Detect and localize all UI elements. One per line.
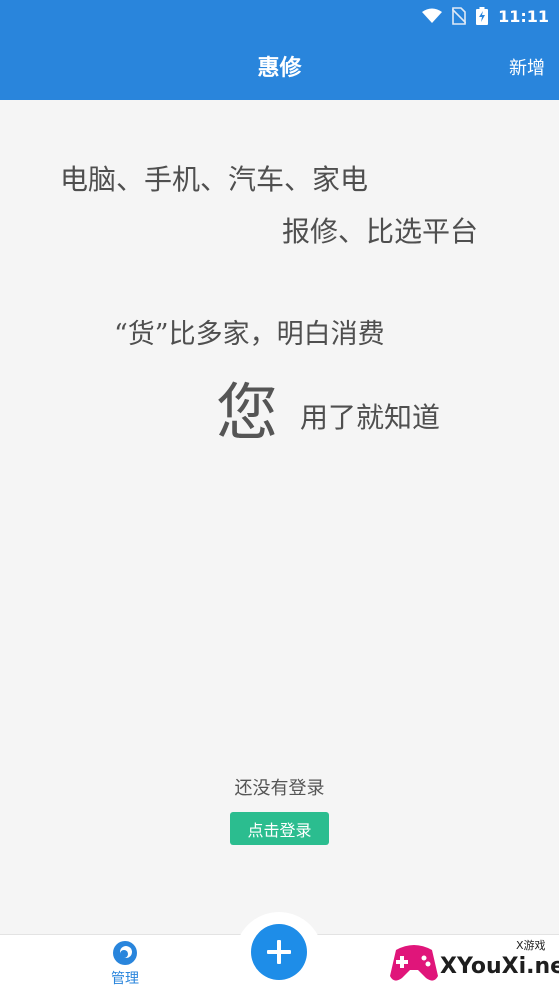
login-button[interactable]: 点击登录: [230, 812, 329, 845]
watermark: X游戏 XYouXi.net: [388, 936, 559, 992]
wifi-icon: [422, 8, 443, 23]
page-title: 惠修: [257, 56, 302, 81]
nav-item-manage-label: 管理: [111, 971, 139, 987]
gamepad-logo-icon: [390, 945, 438, 981]
battery-charging-icon: [476, 7, 489, 25]
slogan-line-4: 用了就知道: [300, 401, 441, 434]
slogan-line-2: 报修、比选平台: [282, 215, 479, 248]
login-prompt-text: 还没有登录: [234, 778, 325, 799]
manage-icon: [113, 941, 137, 965]
slogan-line-1: 电脑、手机、汽车、家电: [60, 163, 369, 196]
slogan-line-3: “货”比多家，明白消费: [114, 319, 385, 350]
app-bar: 11:11 惠修 新增: [0, 0, 559, 100]
watermark-small-text: X游戏: [516, 939, 546, 952]
status-time: 11:11: [498, 6, 549, 26]
plus-icon: [267, 940, 291, 964]
watermark-text: XYouXi.net: [440, 954, 559, 979]
no-sim-icon: [452, 7, 467, 25]
slogan-big-character: 您: [216, 376, 279, 449]
add-fab-button[interactable]: [251, 924, 307, 980]
add-new-button[interactable]: 新增: [509, 54, 545, 80]
nav-item-manage[interactable]: 管理: [100, 940, 150, 990]
status-bar: 11:11: [0, 0, 559, 32]
